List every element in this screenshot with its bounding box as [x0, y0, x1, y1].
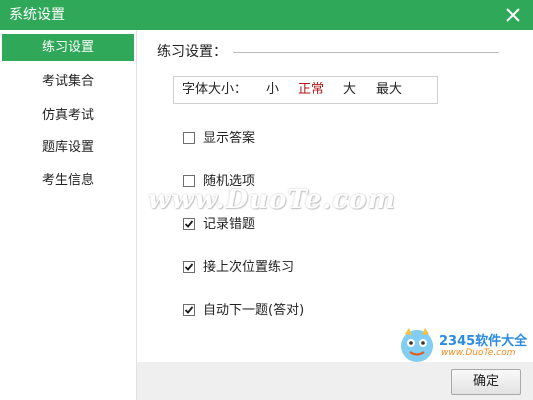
- sidebar-item-practice-settings[interactable]: 练习设置: [2, 34, 134, 61]
- checkmark-icon: [184, 220, 194, 228]
- ok-button[interactable]: 确定: [451, 369, 521, 395]
- font-size-option-largest[interactable]: 最大: [376, 82, 402, 98]
- title-bar: 系统设置: [0, 0, 533, 30]
- font-size-label: 字体大小：: [182, 82, 248, 97]
- option-label: 记录错题: [203, 217, 256, 232]
- settings-panel: 练习设置： 字体大小： 小 正常 大 最大 显示答案 随机选项 记录错题 接上次…: [137, 30, 533, 400]
- checkbox-show-answer[interactable]: [183, 132, 195, 144]
- settings-window: 系统设置 练习设置 考试集合 仿真考试 题库设置 考生信息 练习设置： 字体大小…: [0, 0, 533, 400]
- font-size-option-large[interactable]: 大: [343, 82, 356, 98]
- close-button[interactable]: [501, 3, 525, 27]
- sidebar: 练习设置 考试集合 仿真考试 题库设置 考生信息: [0, 30, 137, 400]
- checkbox-auto-next[interactable]: [183, 304, 195, 316]
- option-label: 接上次位置练习: [203, 260, 295, 275]
- checkmark-icon: [184, 306, 194, 314]
- sidebar-item-mock-exam[interactable]: 仿真考试: [2, 102, 134, 129]
- option-label: 随机选项: [203, 174, 256, 189]
- sidebar-item-exam-collection[interactable]: 考试集合: [2, 68, 134, 95]
- checkbox-record-wrong[interactable]: [183, 218, 195, 230]
- sidebar-item-candidate-info[interactable]: 考生信息: [2, 167, 134, 194]
- section-divider: [233, 52, 499, 53]
- font-size-option-small[interactable]: 小: [266, 82, 279, 98]
- font-size-selector: 字体大小： 小 正常 大 最大: [173, 76, 438, 104]
- checkbox-resume-position[interactable]: [183, 261, 195, 273]
- option-label: 自动下一题(答对): [203, 303, 305, 318]
- dialog-footer: 确定: [137, 362, 533, 400]
- sidebar-item-question-bank[interactable]: 题库设置: [2, 134, 134, 161]
- checkmark-icon: [184, 263, 194, 271]
- section-title: 练习设置：: [157, 44, 227, 60]
- option-label: 显示答案: [203, 131, 256, 146]
- checkbox-random-choices[interactable]: [183, 175, 195, 187]
- font-size-option-normal[interactable]: 正常: [298, 82, 324, 98]
- close-icon: [506, 8, 520, 22]
- window-title: 系统设置: [9, 7, 65, 23]
